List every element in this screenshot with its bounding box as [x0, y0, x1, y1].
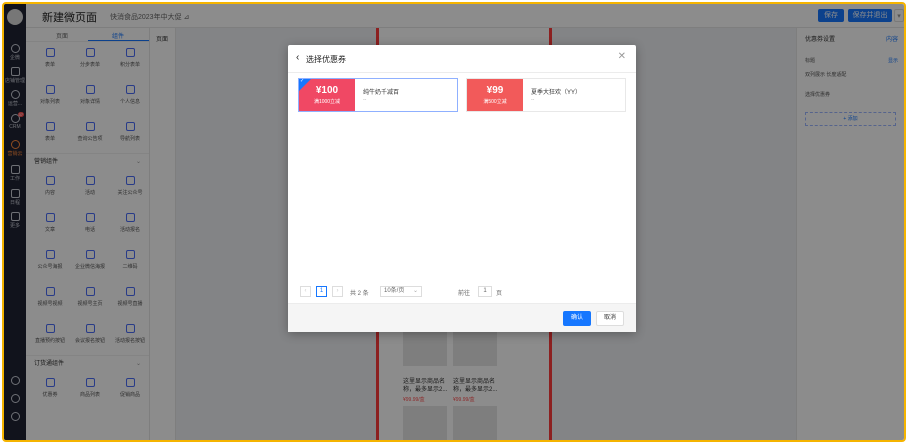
select-coupon-modal: ‹ 选择优惠券 ✕ ¥100 满1000立减 ✓ 纯牛奶千减百 -- ¥99 满… — [288, 45, 636, 332]
coupon-meta: -- — [363, 97, 367, 103]
modal-header: ‹ 选择优惠券 ✕ — [288, 45, 636, 73]
chevron-down-icon: ⌄ — [412, 288, 418, 294]
page-number-button[interactable]: 1 — [316, 286, 327, 297]
cancel-button[interactable]: 取消 — [596, 311, 624, 326]
goto-suffix: 页 — [496, 291, 503, 297]
close-icon[interactable]: ✕ — [618, 51, 626, 62]
confirm-button[interactable]: 确认 — [563, 311, 591, 326]
modal-footer: 确认 取消 — [288, 303, 636, 332]
chevron-left-icon[interactable]: ‹ — [296, 52, 299, 63]
coupon-card[interactable]: ¥100 满1000立减 ✓ 纯牛奶千减百 -- — [298, 78, 458, 112]
prev-page-button[interactable]: ‹ — [300, 286, 311, 297]
coupon-meta: -- — [531, 97, 535, 103]
coupon-name: 夏季大狂欢（YY） — [531, 90, 582, 96]
goto-page-input[interactable]: 1 — [478, 286, 492, 297]
modal-title: 选择优惠券 — [306, 55, 346, 64]
coupon-value: ¥99 满500立减 — [467, 79, 523, 111]
check-icon: ✓ — [300, 78, 305, 84]
coupon-name: 纯牛奶千减百 — [363, 90, 400, 96]
coupon-card[interactable]: ¥99 满500立减 夏季大狂欢（YY） -- — [466, 78, 626, 112]
page-size-select[interactable]: 10条/页 ⌄ — [380, 286, 422, 297]
next-page-button[interactable]: › — [332, 286, 343, 297]
goto-label: 前往 — [458, 291, 471, 297]
total-count: 共 2 条 — [350, 291, 369, 297]
